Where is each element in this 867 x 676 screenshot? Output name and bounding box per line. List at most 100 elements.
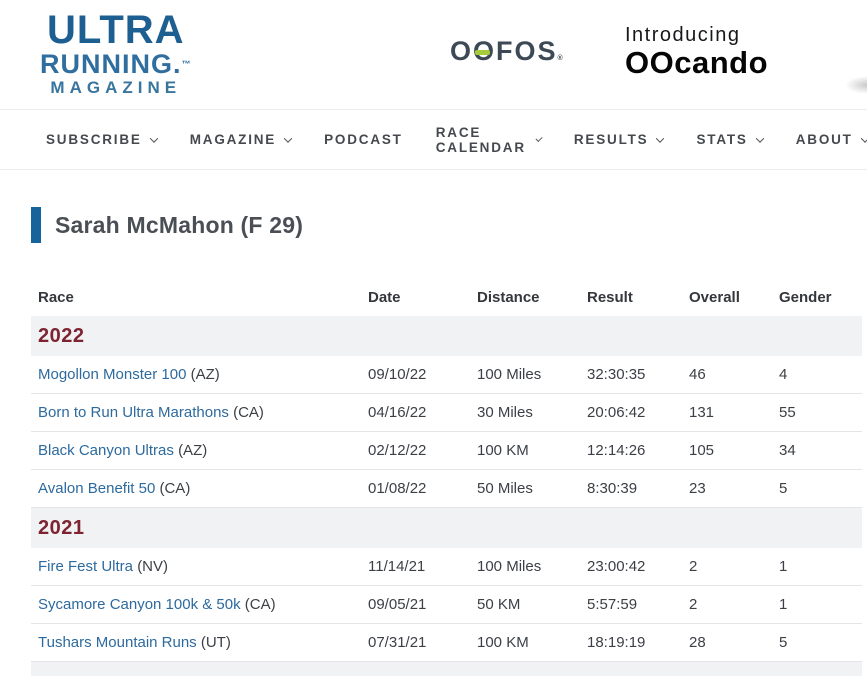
date-cell: 04/16/22	[368, 404, 427, 421]
overall-cell: 131	[689, 404, 715, 421]
result-cell: 23:00:42	[587, 558, 646, 575]
nav-item[interactable]: RESULTS	[573, 132, 665, 147]
chevron-down-icon	[860, 133, 867, 143]
year-label: 2021	[38, 516, 85, 539]
race-state: (UT)	[200, 634, 231, 651]
race-cell: Sycamore Canyon 100k & 50k (CA)	[31, 596, 368, 613]
distance-cell: 50 Miles	[477, 480, 533, 497]
race-link[interactable]: Born to Run Ultra Marathons	[38, 404, 229, 421]
race-cell: Mogollon Monster 100 (AZ)	[31, 366, 368, 383]
race-link[interactable]: Mogollon Monster 100	[38, 366, 186, 383]
date-cell: 09/05/21	[368, 596, 427, 613]
column-header: Gender	[779, 289, 832, 306]
gender-cell: 1	[779, 558, 788, 575]
trademark-symbol: ™	[181, 59, 192, 69]
nav-item[interactable]: RACE CALENDAR	[436, 125, 543, 155]
main-nav: SUBSCRIBE MAGAZINE PODCAST RACE CALENDAR…	[0, 110, 867, 170]
column-header: Result	[587, 289, 633, 306]
table-row: Born to Run Ultra Marathons (CA) 04/16/2…	[31, 394, 862, 432]
distance-cell: 100 KM	[477, 634, 529, 651]
race-link[interactable]: Black Canyon Ultras	[38, 442, 174, 459]
race-cell: Black Canyon Ultras (AZ)	[31, 442, 368, 459]
ad-intro-text: Introducing	[625, 24, 741, 46]
race-state: (CA)	[159, 480, 191, 497]
results-table: Race Date Distance Result Overall Gender 2022…	[31, 243, 862, 676]
race-cell: Tushars Mountain Runs (UT)	[31, 634, 368, 651]
result-cell: 12:14:26	[587, 442, 646, 459]
race-link[interactable]: Sycamore Canyon 100k & 50k	[38, 596, 241, 613]
gender-cell: 5	[779, 634, 788, 651]
table-row: Mogollon Monster 100 (AZ) 09/10/22 100 M…	[31, 356, 862, 394]
result-cell: 5:57:59	[587, 596, 638, 613]
site-header: ULTRA RUNNING.™ MAGAZINE OOFOS® Introduc…	[0, 0, 867, 110]
result-cell: 20:06:42	[587, 404, 646, 421]
chevron-down-icon	[535, 134, 543, 142]
nav-item-label: SUBSCRIBE	[46, 132, 142, 147]
race-cell: Avalon Benefit 50 (CA)	[31, 480, 368, 497]
race-link[interactable]: Avalon Benefit 50	[38, 480, 155, 497]
distance-cell: 30 Miles	[477, 404, 533, 421]
gender-cell: 34	[779, 442, 796, 459]
race-cell: Born to Run Ultra Marathons (CA)	[31, 404, 368, 421]
overall-cell: 28	[689, 634, 706, 651]
nav-item[interactable]: MAGAZINE	[189, 132, 293, 147]
gender-cell: 4	[779, 366, 788, 383]
race-link[interactable]: Tushars Mountain Runs	[38, 634, 197, 651]
logo-word-magazine: MAGAZINE	[50, 78, 182, 98]
result-cell: 8:30:39	[587, 480, 638, 497]
logo-word-ultra: ULTRA	[46, 8, 185, 52]
registered-symbol: ®	[557, 55, 563, 62]
oofos-logo: OOFOS®	[450, 36, 563, 66]
table-row: Sycamore Canyon 100k & 50k (CA) 09/05/21…	[31, 586, 862, 624]
date-cell: 09/10/22	[368, 366, 427, 383]
race-state: (AZ)	[178, 442, 208, 459]
nav-item[interactable]: SUBSCRIBE	[46, 132, 158, 147]
nav-item-label: MAGAZINE	[189, 132, 277, 147]
table-header-row: Race Date Distance Result Overall Gender	[31, 279, 862, 316]
distance-cell: 100 KM	[477, 442, 529, 459]
race-state: (CA)	[233, 404, 264, 421]
ad-text: Introducing OOcando	[625, 24, 768, 80]
page-header: Sarah McMahon (F 29)	[31, 207, 867, 243]
nav-item-label: RESULTS	[573, 132, 649, 147]
ad-edge-artifact	[845, 76, 867, 94]
title-accent-bar	[31, 207, 41, 243]
overall-cell: 2	[689, 596, 698, 613]
table-row: Tushars Mountain Runs (UT) 07/31/21 100 …	[31, 624, 862, 662]
race-state: (NV)	[137, 558, 169, 575]
table-row: Black Canyon Ultras (AZ) 02/12/22 100 KM…	[31, 432, 862, 470]
oofos-ad-banner[interactable]: OOFOS® Introducing OOcando	[440, 0, 867, 110]
date-cell: 07/31/21	[368, 634, 427, 651]
chevron-down-icon	[283, 133, 293, 143]
result-cell: 18:19:19	[587, 634, 646, 651]
year-section-band: 2022	[31, 316, 862, 356]
ultrarunning-magazine-logo[interactable]: ULTRA RUNNING.™ MAGAZINE	[40, 10, 192, 99]
distance-cell: 100 Miles	[477, 366, 542, 383]
race-link[interactable]: Fire Fest Ultra	[38, 558, 133, 575]
overall-cell: 2	[689, 558, 698, 575]
race-state: (CA)	[244, 596, 276, 613]
table-row: Avalon Benefit 50 (CA) 01/08/22 50 Miles…	[31, 470, 862, 508]
date-cell: 01/08/22	[368, 480, 427, 497]
nav-item-label: ABOUT	[795, 132, 853, 147]
race-state: (AZ)	[190, 366, 220, 383]
gender-cell: 1	[779, 596, 788, 613]
year-label: 2022	[38, 324, 85, 347]
gender-cell: 55	[779, 404, 796, 421]
page-title: Sarah McMahon (F 29)	[55, 211, 304, 238]
logo-word-running: RUNNING.™	[40, 49, 192, 79]
overall-cell: 105	[689, 442, 715, 459]
nav-item[interactable]: PODCAST	[324, 132, 403, 147]
nav-item-label: PODCAST	[324, 132, 403, 147]
chevron-down-icon	[656, 133, 665, 143]
nav-item[interactable]: ABOUT	[796, 132, 867, 147]
result-cell: 32:30:35	[587, 366, 646, 383]
distance-cell: 100 Miles	[477, 558, 542, 575]
column-header: Race	[38, 289, 74, 306]
column-header: Distance	[477, 289, 540, 306]
next-year-band-partial	[31, 662, 862, 676]
date-cell: 11/14/21	[368, 558, 426, 575]
table-row: Fire Fest Ultra (NV) 11/14/21 100 Miles …	[31, 548, 862, 586]
nav-item[interactable]: STATS	[696, 132, 764, 147]
year-section-band: 2021	[31, 508, 862, 548]
